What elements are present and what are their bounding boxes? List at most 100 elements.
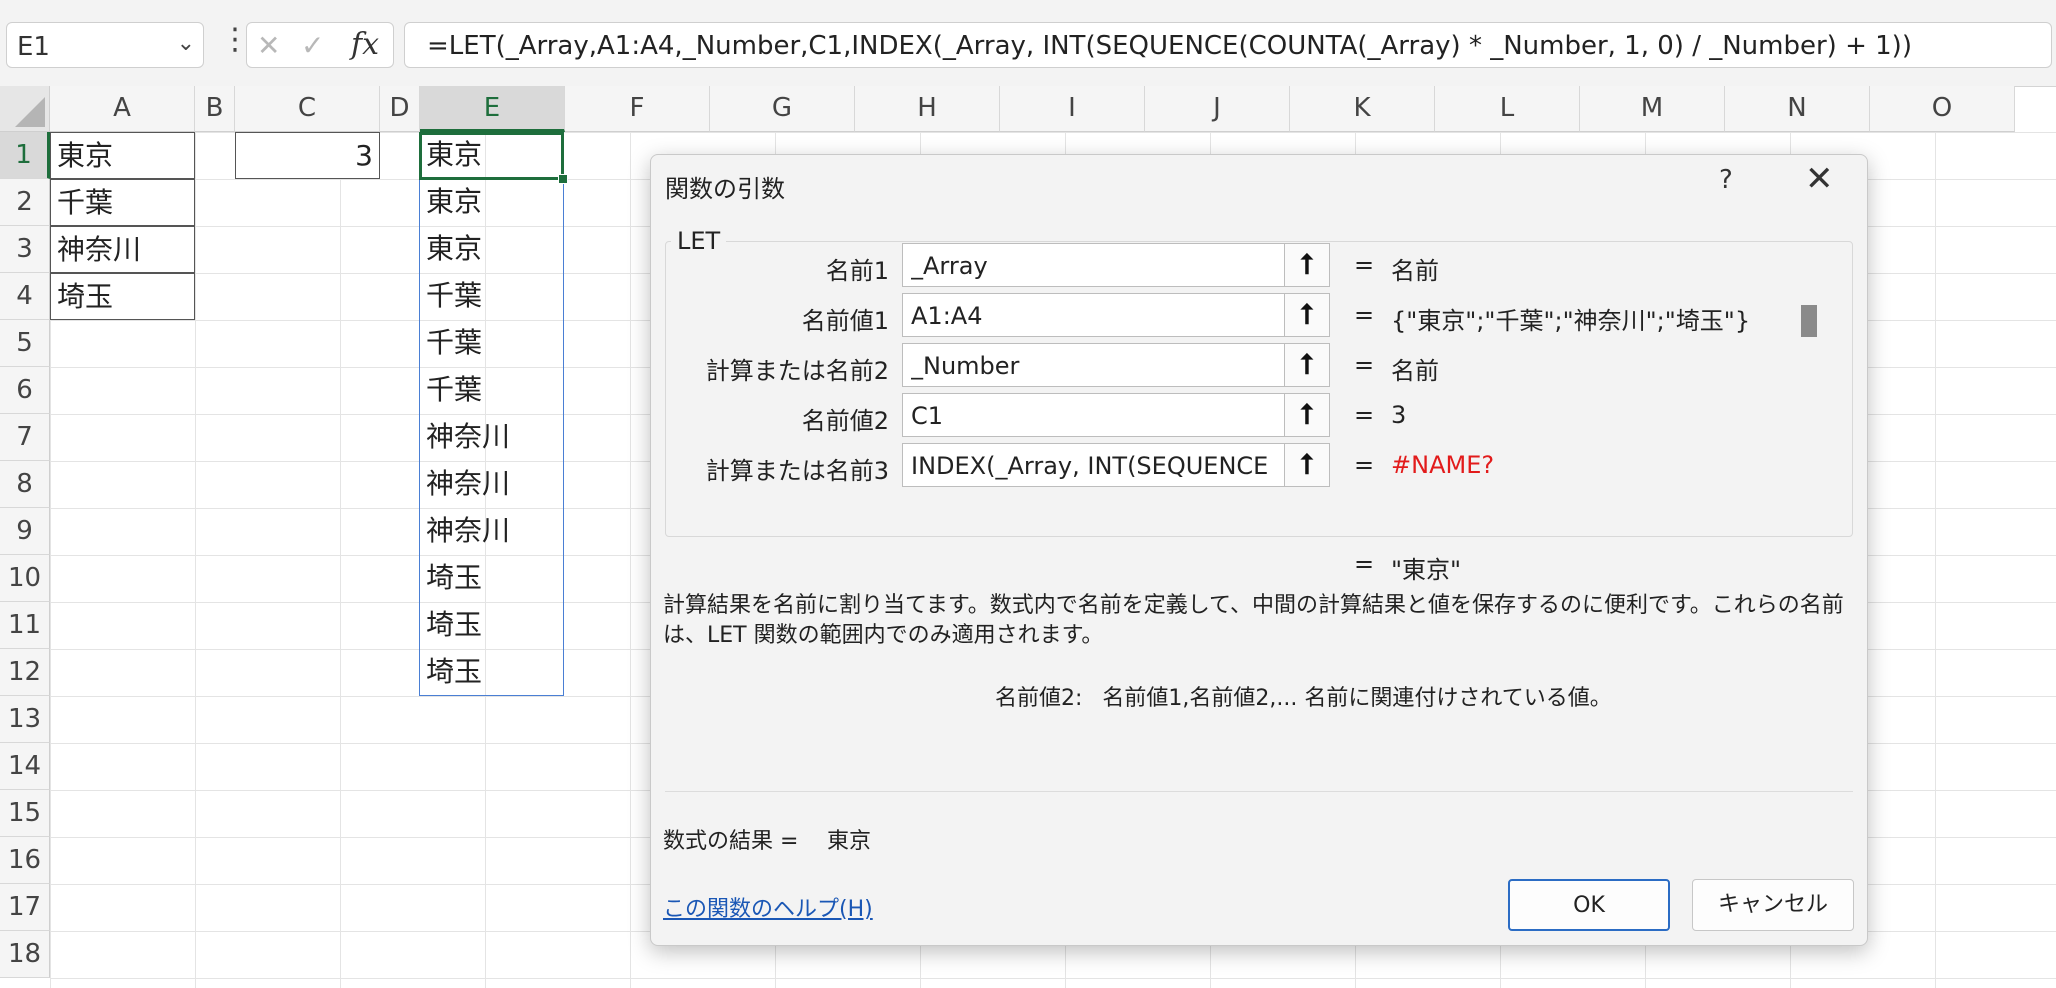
arg-input-value: C1 <box>911 402 944 430</box>
collapse-dialog-icon[interactable]: ⭡ <box>1284 294 1329 336</box>
row-header-5[interactable]: 5 <box>0 320 50 367</box>
arg-result-1: 名前 <box>1391 257 1439 285</box>
row-header-10[interactable]: 10 <box>0 555 50 602</box>
row-header-12[interactable]: 12 <box>0 649 50 696</box>
arg-input-value: _Array <box>911 252 988 280</box>
column-header-o[interactable]: O <box>1870 86 2015 132</box>
row-header-18[interactable]: 18 <box>0 931 50 978</box>
arg-input-3[interactable]: _Number ⭡ <box>902 343 1330 387</box>
cell-a3[interactable]: 神奈川 <box>50 226 195 273</box>
cell-a4[interactable]: 埼玉 <box>50 273 195 320</box>
argument-hint-text: 名前値1,名前値2,... 名前に関連付けされている値。 <box>1102 686 1612 711</box>
column-header-m[interactable]: M <box>1580 86 1725 132</box>
column-header-f[interactable]: F <box>565 86 710 132</box>
formula-actions: ✕ ✓ fx <box>246 22 394 68</box>
cancel-button[interactable]: キャンセル <box>1692 879 1854 931</box>
collapse-dialog-icon[interactable]: ⭡ <box>1284 394 1329 436</box>
row-header-4[interactable]: 4 <box>0 273 50 320</box>
name-box-value: E1 <box>17 32 50 62</box>
fill-handle[interactable] <box>558 174 568 184</box>
name-box[interactable]: E1 ⌄ <box>6 22 204 68</box>
column-header-h[interactable]: H <box>855 86 1000 132</box>
argument-hint: 名前値2: 名前値1,名前値2,... 名前に関連付けされている値。 <box>995 680 1612 712</box>
arg-result-3: 名前 <box>1391 357 1439 385</box>
row-header-17[interactable]: 17 <box>0 884 50 931</box>
arg-input-5[interactable]: INDEX(_Array, INT(SEQUENCE ⭡ <box>902 443 1330 487</box>
arg-equals: = <box>1354 451 1375 479</box>
column-header-c[interactable]: C <box>235 86 380 132</box>
arg-input-1[interactable]: _Array ⭡ <box>902 243 1330 287</box>
function-arguments-dialog: 関数の引数 ? ✕ LET 名前1 _Array ⭡ = 名前 名前値1 A1:A4 ⭡ = {"… <box>650 154 1868 946</box>
enter-icon[interactable]: ✓ <box>301 29 324 62</box>
row-header-14[interactable]: 14 <box>0 743 50 790</box>
row-header-3[interactable]: 3 <box>0 226 50 273</box>
function-description: 計算結果を名前に割り当てます。数式内で名前を定義して、中間の計算結果と値を保存す… <box>663 593 1844 648</box>
ok-button[interactable]: OK <box>1508 879 1670 931</box>
arg-input-4[interactable]: C1 ⭡ <box>902 393 1330 437</box>
arg-label-4: 名前値2 <box>801 407 889 435</box>
row-header-1[interactable]: 1 <box>0 132 50 179</box>
insert-function-icon[interactable]: fx <box>351 27 379 62</box>
help-icon[interactable]: ? <box>1719 165 1733 195</box>
column-header-e[interactable]: E <box>420 86 565 132</box>
column-header-j[interactable]: J <box>1145 86 1290 132</box>
cell-a2[interactable]: 千葉 <box>50 179 195 226</box>
arg-result-2: {"東京";"千葉";"神奈川";"埼玉"} <box>1391 307 1751 335</box>
collapse-dialog-icon[interactable]: ⭡ <box>1284 244 1329 286</box>
collapse-dialog-icon[interactable]: ⭡ <box>1284 444 1329 486</box>
row-header-8[interactable]: 8 <box>0 461 50 508</box>
total-result: "東京" <box>1391 556 1462 584</box>
arg-result-4: 3 <box>1391 401 1407 429</box>
arg-label-2: 名前値1 <box>801 307 889 335</box>
column-header-k[interactable]: K <box>1290 86 1435 132</box>
dialog-title: 関数の引数 <box>665 175 785 203</box>
cancel-icon[interactable]: ✕ <box>257 29 280 62</box>
formula-input[interactable]: =LET(_Array,A1:A4,_Number,C1,INDEX(_Arra… <box>404 22 2052 68</box>
close-icon[interactable]: ✕ <box>1805 159 1834 199</box>
formula-result-value: 東京 <box>827 829 872 854</box>
arg-input-2[interactable]: A1:A4 ⭡ <box>902 293 1330 337</box>
row-header-9[interactable]: 9 <box>0 508 50 555</box>
active-cell-border <box>419 132 564 180</box>
arg-label-1: 名前1 <box>825 257 889 285</box>
column-header-d[interactable]: D <box>380 86 420 132</box>
arg-label-5: 計算または名前3 <box>705 457 889 485</box>
arg-input-value: _Number <box>911 352 1020 380</box>
arg-input-value: A1:A4 <box>911 302 983 330</box>
row-header-11[interactable]: 11 <box>0 602 50 649</box>
arg-equals: = <box>1354 401 1375 429</box>
arg-result-5: #NAME? <box>1391 451 1495 479</box>
row-header-16[interactable]: 16 <box>0 837 50 884</box>
column-header-g[interactable]: G <box>710 86 855 132</box>
arg-label-3: 計算または名前2 <box>705 357 889 385</box>
spill-range-border <box>419 132 564 696</box>
cell-a1[interactable]: 東京 <box>50 132 195 179</box>
divider <box>665 791 1853 792</box>
column-header-l[interactable]: L <box>1435 86 1580 132</box>
formula-text: =LET(_Array,A1:A4,_Number,C1,INDEX(_Arra… <box>427 31 1912 61</box>
column-header-a[interactable]: A <box>50 86 195 132</box>
arg-input-value: INDEX(_Array, INT(SEQUENCE <box>911 452 1269 480</box>
column-header-b[interactable]: B <box>195 86 235 132</box>
scrollbar-thumb[interactable] <box>1801 305 1817 337</box>
arg-equals: = <box>1354 251 1375 279</box>
row-header-6[interactable]: 6 <box>0 367 50 414</box>
function-help-link[interactable]: この関数のヘルプ(H) <box>663 891 873 923</box>
row-header-15[interactable]: 15 <box>0 790 50 837</box>
formula-result-label: 数式の結果 = <box>663 829 799 854</box>
row-header-7[interactable]: 7 <box>0 414 50 461</box>
argument-hint-name: 名前値2: <box>995 686 1083 711</box>
cell-c1[interactable]: 3 <box>235 132 380 179</box>
arg-equals: = <box>1354 301 1375 329</box>
row-header-13[interactable]: 13 <box>0 696 50 743</box>
column-header-i[interactable]: I <box>1000 86 1145 132</box>
column-header-n[interactable]: N <box>1725 86 1870 132</box>
collapse-dialog-icon[interactable]: ⭡ <box>1284 344 1329 386</box>
row-header-2[interactable]: 2 <box>0 179 50 226</box>
total-equals: = <box>1354 550 1375 578</box>
formula-bar: E1 ⌄ ⋮ ✕ ✓ fx =LET(_Array,A1:A4,_Number,… <box>0 0 2056 87</box>
select-all-corner[interactable] <box>0 86 50 132</box>
arguments-scrollbar[interactable] <box>1801 305 1817 531</box>
arg-equals: = <box>1354 351 1375 379</box>
chevron-down-icon[interactable]: ⌄ <box>177 31 195 56</box>
